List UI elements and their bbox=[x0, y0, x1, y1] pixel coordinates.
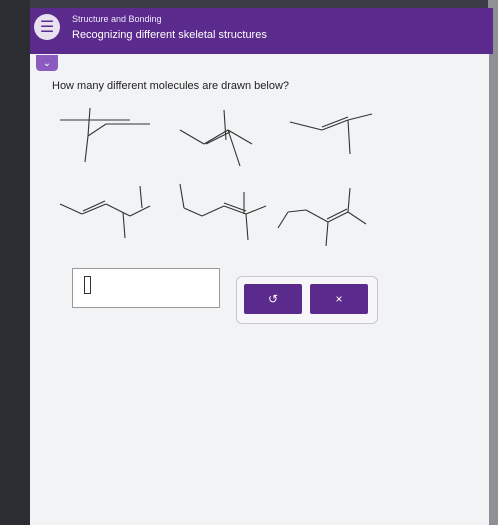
screen-bezel-left bbox=[0, 0, 30, 525]
header-title: Recognizing different skeletal structure… bbox=[72, 29, 267, 41]
answer-input[interactable] bbox=[72, 268, 220, 308]
molecule-3 bbox=[289, 113, 373, 155]
menu-button[interactable]: ☰ bbox=[34, 14, 60, 40]
text-cursor bbox=[84, 276, 91, 294]
clear-button[interactable]: × bbox=[310, 284, 368, 314]
molecule-6 bbox=[277, 187, 367, 247]
molecule-2 bbox=[179, 109, 253, 167]
chevron-down-icon: ⌄ bbox=[42, 57, 52, 69]
screen-bezel-right bbox=[488, 0, 498, 525]
molecule-5 bbox=[179, 183, 267, 241]
collapse-button[interactable]: ⌄ bbox=[36, 55, 58, 71]
reset-button[interactable]: ↺ bbox=[244, 284, 302, 314]
menu-icon: ☰ bbox=[39, 19, 55, 36]
undo-icon: ↺ bbox=[267, 292, 279, 306]
question-text: How many different molecules are drawn b… bbox=[52, 80, 290, 92]
molecule-4 bbox=[59, 185, 151, 239]
molecule-1 bbox=[60, 107, 150, 163]
skeletal-structures bbox=[59, 107, 373, 247]
header-subtitle: Structure and Bonding bbox=[72, 14, 162, 24]
close-icon: × bbox=[335, 292, 343, 306]
